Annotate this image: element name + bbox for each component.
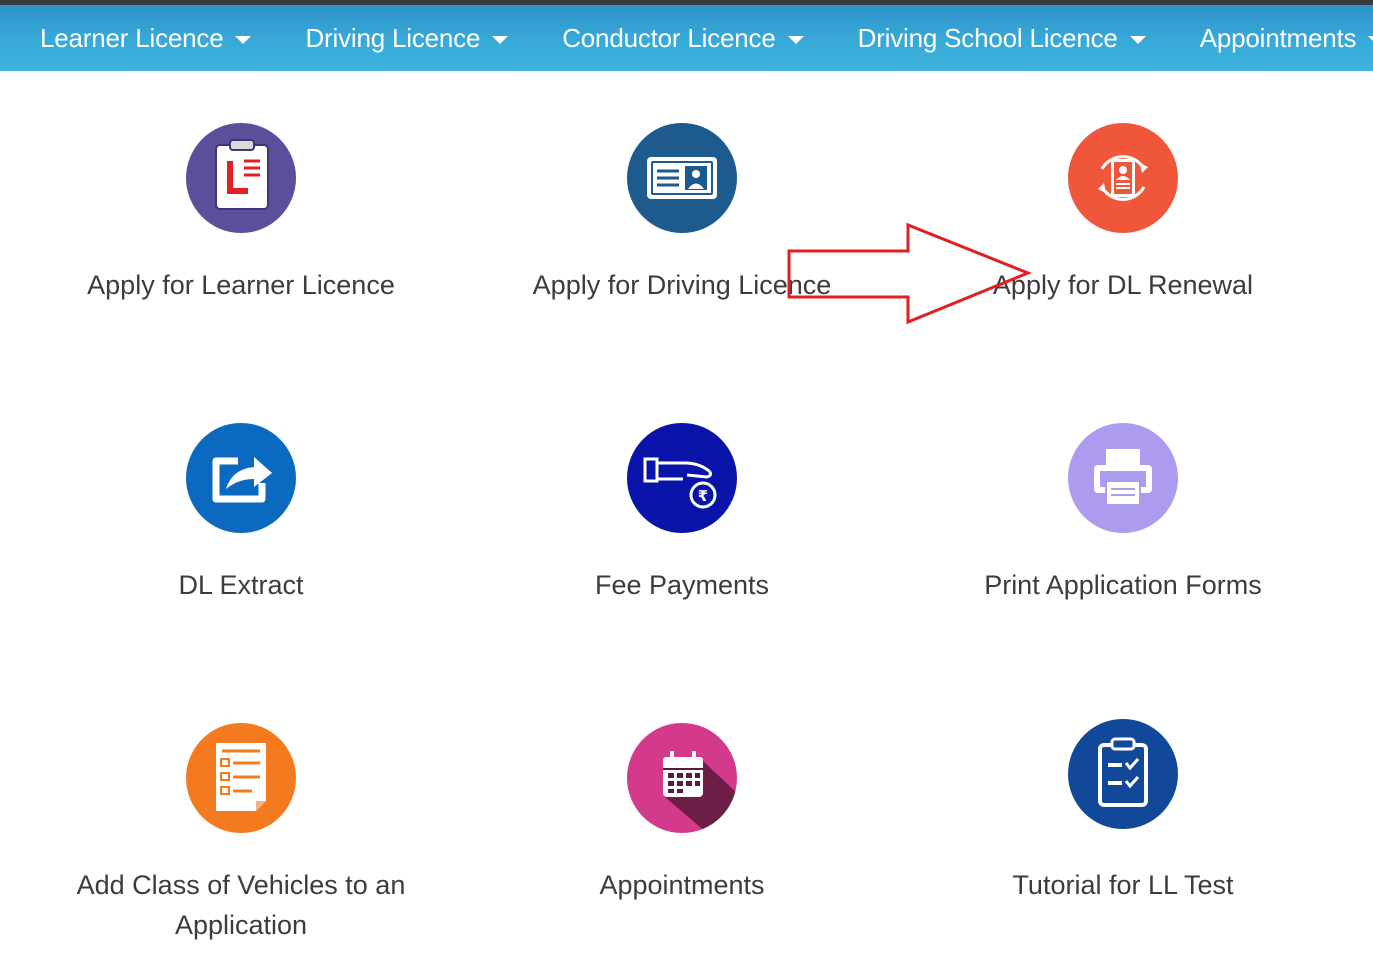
tile-tutorial-ll-test[interactable]: Tutorial for LL Test <box>913 719 1333 905</box>
tile-label: Apply for Learner Licence <box>87 270 395 300</box>
tile-add-class-of-vehicles[interactable]: Add Class of Vehicles to an Application <box>31 723 451 945</box>
nav-label: Appointments <box>1199 22 1357 53</box>
nav-label: Driving School Licence <box>857 22 1118 53</box>
tile-label: DL Extract <box>178 570 304 600</box>
share-export-icon <box>186 423 296 533</box>
calendar-icon <box>627 723 737 833</box>
tile-label: Appointments <box>599 870 765 900</box>
caret-down-icon <box>235 36 252 44</box>
checklist-clipboard-icon <box>1068 719 1178 829</box>
main-nav: Learner Licence Driving Licence Conducto… <box>0 5 1373 71</box>
tile-label: Add Class of Vehicles to an Application <box>76 870 406 940</box>
svg-text:₹: ₹ <box>698 487 708 505</box>
caret-down-icon <box>1368 36 1373 44</box>
hand-rupee-icon: ₹ <box>627 423 737 533</box>
tile-apply-learner-licence[interactable]: Apply for Learner Licence <box>31 123 451 305</box>
nav-driving-school-licence[interactable]: Driving School Licence <box>846 5 1158 71</box>
nav-conductor-licence[interactable]: Conductor Licence <box>550 5 815 71</box>
tile-fee-payments[interactable]: ₹ Fee Payments <box>472 423 892 605</box>
caret-down-icon <box>1129 36 1146 44</box>
nav-label: Learner Licence <box>40 22 224 53</box>
tile-label: Tutorial for LL Test <box>1012 870 1234 900</box>
nav-learner-licence[interactable]: Learner Licence <box>28 5 263 71</box>
nav-label: Conductor Licence <box>562 22 776 53</box>
tile-label: Print Application Forms <box>984 570 1262 600</box>
nav-driving-licence[interactable]: Driving Licence <box>293 5 520 71</box>
renewal-person-icon <box>1068 123 1178 233</box>
id-card-icon <box>627 123 737 233</box>
services-grid: Apply for Learner Licence Apply for Driv… <box>0 71 1373 977</box>
nav-appointments[interactable]: Appointments <box>1188 5 1373 71</box>
tile-print-application-forms[interactable]: Print Application Forms <box>913 423 1333 605</box>
tile-appointments[interactable]: Appointments <box>472 723 892 905</box>
form-list-icon <box>186 723 296 833</box>
tile-dl-extract[interactable]: DL Extract <box>31 423 451 605</box>
annotation-arrow-icon <box>787 222 1033 325</box>
tile-label: Fee Payments <box>594 570 770 600</box>
caret-down-icon <box>492 36 509 44</box>
caret-down-icon <box>787 36 804 44</box>
printer-icon <box>1068 423 1178 533</box>
nav-label: Driving Licence <box>305 22 481 53</box>
clipboard-l-icon <box>186 123 296 233</box>
